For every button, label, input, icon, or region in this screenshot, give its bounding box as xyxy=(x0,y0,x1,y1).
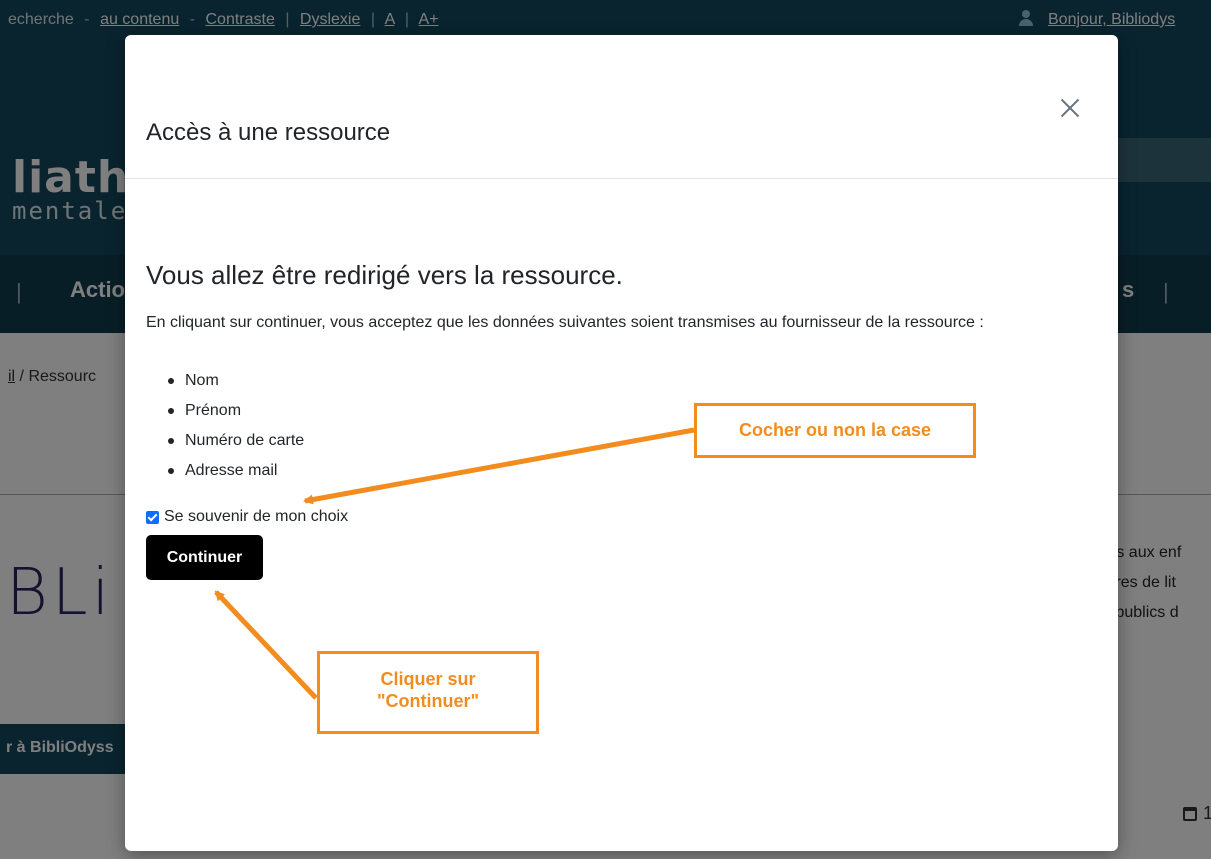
annotation-text: "Continuer" xyxy=(376,691,480,711)
modal-title: Accès à une ressource xyxy=(146,119,391,146)
redirect-heading: Vous allez être redirigé vers la ressour… xyxy=(146,260,623,290)
list-item: Adresse mail xyxy=(165,456,304,486)
annotation-text: Cliquer sur xyxy=(380,669,476,689)
continue-button[interactable]: Continuer xyxy=(146,535,263,580)
close-icon[interactable] xyxy=(1055,93,1085,123)
modal-header: Accès à une ressource xyxy=(125,35,1118,179)
list-item: Numéro de carte xyxy=(165,426,304,456)
shared-fields-list: Nom Prénom Numéro de carte Adresse mail xyxy=(165,366,304,486)
list-item: Prénom xyxy=(165,396,304,426)
data-sharing-notice: En cliquant sur continuer, vous acceptez… xyxy=(146,314,984,331)
list-item: Nom xyxy=(165,366,304,396)
remember-label[interactable]: Se souvenir de mon choix xyxy=(164,508,348,526)
annotation-check-box: Cocher ou non la case xyxy=(694,403,976,458)
annotation-text: Cocher ou non la case xyxy=(738,420,932,440)
annotation-continue: Cliquer sur "Continuer" xyxy=(317,651,539,734)
remember-checkbox[interactable] xyxy=(146,510,159,524)
remember-choice[interactable]: Se souvenir de mon choix xyxy=(146,508,348,526)
